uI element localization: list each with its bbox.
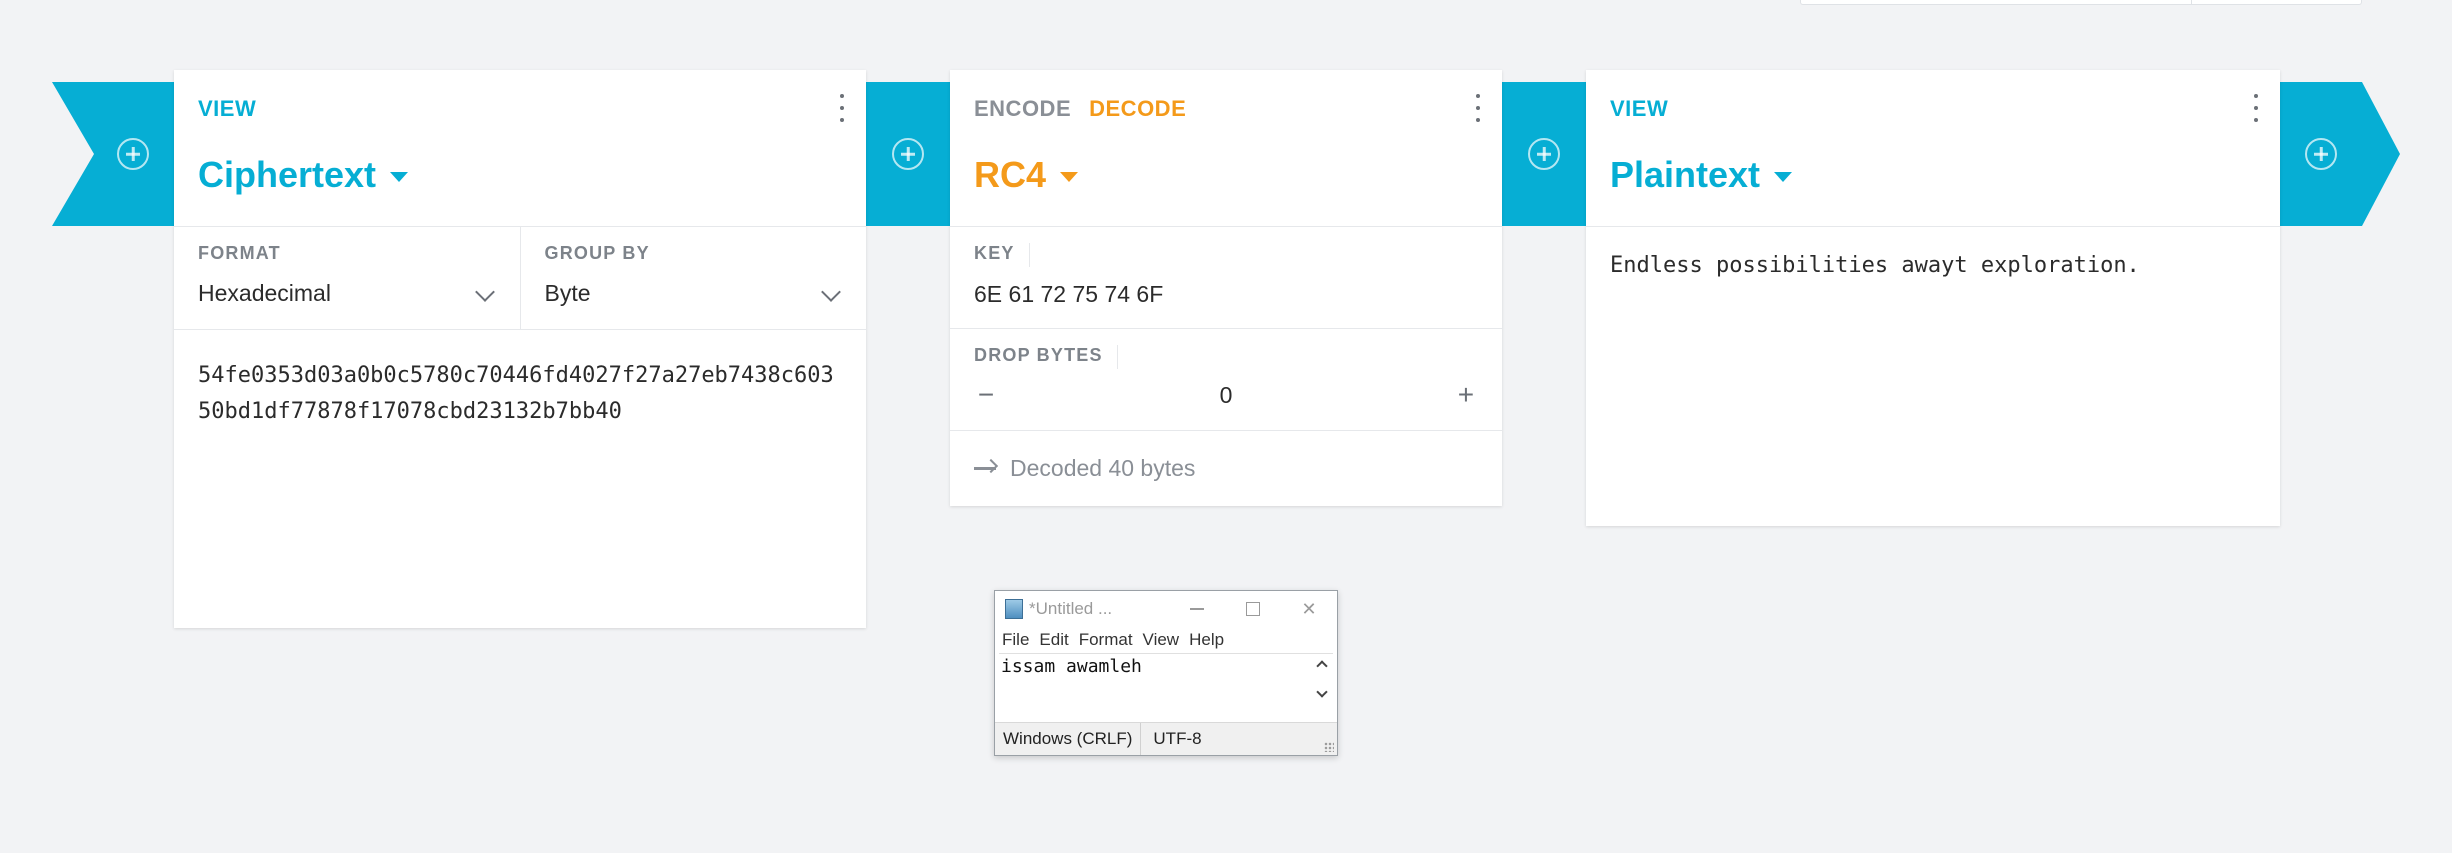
brick-title: Ciphertext	[198, 154, 377, 195]
maximize-button[interactable]	[1225, 591, 1281, 627]
rc4-operation-card: ENCODE DECODE RC4 KEY 6E 61 72 75 74 6F …	[950, 70, 1502, 506]
brick-title: RC4	[974, 154, 1047, 195]
plaintext-content[interactable]: Endless possibilities awayt exploration.	[1586, 227, 2280, 304]
card-header: ENCODE DECODE RC4	[950, 70, 1502, 227]
notepad-window: *Untitled ... ✕ File Edit Format View He…	[994, 590, 1338, 756]
notepad-text-area[interactable]: issam awamleh	[999, 653, 1333, 706]
key-value[interactable]: 6E 61 72 75 74 6F	[974, 281, 1478, 308]
more-options-icon[interactable]	[836, 94, 848, 122]
menu-edit[interactable]: Edit	[1039, 630, 1068, 650]
tab-encode[interactable]: ENCODE	[974, 96, 1071, 122]
plus-circle-icon	[2305, 138, 2337, 170]
add-operation-end-button[interactable]	[2280, 82, 2400, 226]
format-label: FORMAT	[198, 243, 281, 263]
plus-circle-icon	[117, 138, 149, 170]
arrow-right-icon	[974, 467, 996, 470]
encoding-status: UTF-8	[1140, 723, 1209, 755]
status-message: Decoded 40 bytes	[950, 431, 1502, 506]
minimize-button[interactable]	[1169, 591, 1225, 627]
status-text: Decoded 40 bytes	[1010, 455, 1196, 481]
group-by-select[interactable]: GROUP BY Byte	[519, 227, 867, 329]
notepad-title-bar[interactable]: *Untitled ... ✕	[995, 591, 1337, 627]
caret-down-icon	[1774, 172, 1793, 182]
menu-view[interactable]: View	[1143, 630, 1180, 650]
scroll-up-icon[interactable]	[1316, 660, 1328, 672]
brick-selector[interactable]: RC4	[974, 154, 1079, 196]
format-select[interactable]: FORMAT Hexadecimal	[174, 227, 520, 329]
drop-bytes-value[interactable]: 0	[1220, 382, 1233, 409]
brick-selector[interactable]: Plaintext	[1610, 154, 1793, 196]
plus-circle-icon	[1528, 138, 1560, 170]
line-ending-status: Windows (CRLF)	[1003, 729, 1133, 748]
increment-button[interactable]: +	[1454, 381, 1478, 409]
top-partial-divider	[2191, 0, 2192, 4]
notepad-title: *Untitled ...	[1029, 599, 1113, 618]
vertical-scrollbar[interactable]	[1311, 654, 1333, 706]
add-operation-start-button[interactable]	[52, 82, 174, 226]
key-field[interactable]: KEY 6E 61 72 75 74 6F	[950, 227, 1502, 329]
drop-bytes-label: DROP BYTES	[974, 345, 1103, 365]
mode-tabs: ENCODE DECODE	[974, 96, 1186, 122]
group-by-label: GROUP BY	[544, 243, 650, 263]
decrement-button[interactable]: −	[974, 381, 998, 409]
window-controls: ✕	[1169, 591, 1337, 627]
notepad-text: issam awamleh	[1001, 656, 1142, 677]
close-icon: ✕	[1301, 598, 1317, 619]
drop-bytes-label-wrap: DROP BYTES	[974, 345, 1118, 369]
more-options-icon[interactable]	[1472, 94, 1484, 122]
maximize-icon	[1246, 602, 1260, 616]
caret-down-icon	[390, 172, 409, 182]
tab-view[interactable]: VIEW	[198, 96, 256, 122]
mode-tabs: VIEW	[198, 96, 256, 122]
add-operation-between-1-button[interactable]	[866, 82, 950, 226]
drop-bytes-stepper: − 0 +	[974, 381, 1478, 409]
add-operation-between-2-button[interactable]	[1502, 82, 1586, 226]
group-by-value: Byte	[544, 280, 591, 306]
settings-row: FORMAT Hexadecimal GROUP BY Byte	[174, 227, 866, 330]
plus-circle-icon	[892, 138, 924, 170]
brick-title: Plaintext	[1610, 154, 1761, 195]
format-value: Hexadecimal	[198, 280, 331, 306]
drop-bytes-field: DROP BYTES − 0 +	[950, 329, 1502, 431]
scroll-down-icon[interactable]	[1316, 686, 1328, 698]
menu-help[interactable]: Help	[1189, 630, 1224, 650]
menu-file[interactable]: File	[1002, 630, 1029, 650]
more-options-icon[interactable]	[2250, 94, 2262, 122]
brick-selector[interactable]: Ciphertext	[198, 154, 409, 196]
notepad-menu-bar: File Edit Format View Help	[995, 627, 1337, 653]
tab-decode[interactable]: DECODE	[1089, 96, 1186, 122]
plaintext-view-card: VIEW Plaintext Endless possibilities awa…	[1586, 70, 2280, 526]
key-label-wrap: KEY	[974, 243, 1030, 267]
caret-down-icon	[1060, 172, 1079, 182]
key-label: KEY	[974, 243, 1015, 263]
top-partial-panel	[1800, 0, 2362, 5]
mode-tabs: VIEW	[1610, 96, 1668, 122]
close-button[interactable]: ✕	[1281, 591, 1337, 627]
ciphertext-content[interactable]: 54fe0353d03a0b0c5780c70446fd4027f27a27eb…	[174, 330, 866, 458]
tab-view[interactable]: VIEW	[1610, 96, 1668, 122]
card-header: VIEW Ciphertext	[174, 70, 866, 227]
minimize-icon	[1190, 608, 1204, 610]
card-header: VIEW Plaintext	[1586, 70, 2280, 227]
notepad-app-icon	[1005, 599, 1023, 619]
menu-format[interactable]: Format	[1079, 630, 1133, 650]
ciphertext-view-card: VIEW Ciphertext FORMAT Hexadecimal GROUP…	[174, 70, 866, 628]
notepad-status-bar: Windows (CRLF) UTF-8	[995, 722, 1337, 755]
resize-grip-icon[interactable]	[1324, 742, 1334, 752]
